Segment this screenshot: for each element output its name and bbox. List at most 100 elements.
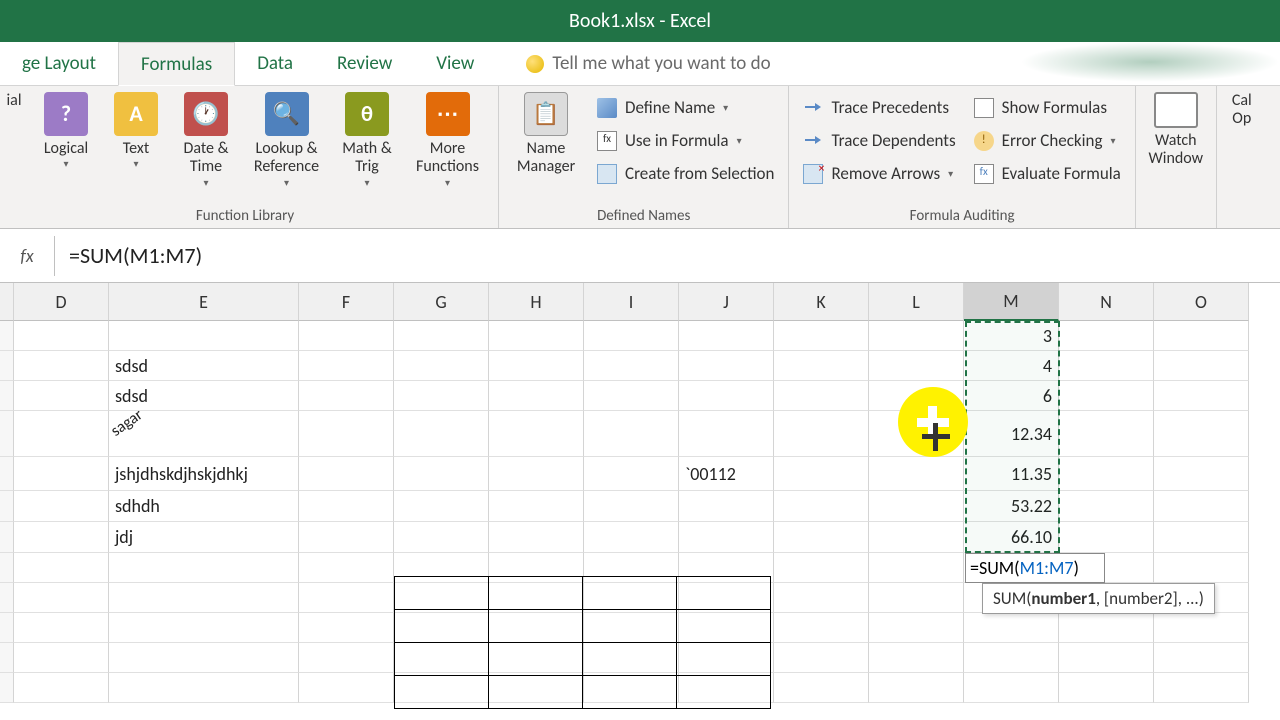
cursor-highlight [898,387,968,457]
error-checking-button[interactable]: ! Error Checking ▾ [968,127,1127,154]
warning-icon: ! [974,131,994,151]
cell-M5[interactable]: 11.35 [964,457,1059,491]
col-header-J[interactable]: J [679,283,774,321]
formula-bar[interactable]: =SUM(M1:M7) [55,236,1280,276]
arrow-right-icon [803,131,823,151]
app-title: Book1.xlsx - Excel [569,9,711,33]
tab-page-layout[interactable]: ge Layout [0,42,118,85]
clock-icon: 🕐 [184,92,228,136]
cell-M3[interactable]: 6 [964,381,1059,411]
cell-M4[interactable]: 12.34 [964,411,1059,457]
chevron-down-icon: ▾ [133,158,138,170]
cell-E6[interactable]: sdhdh [109,491,299,522]
watch-window-button[interactable]: Watch Window [1144,90,1208,169]
bordered-table[interactable] [394,576,771,709]
tab-formulas[interactable]: Formulas [118,42,235,86]
col-header-E[interactable]: E [109,283,299,321]
text-icon: A [114,92,158,136]
row: sagar 12.34 [0,411,1280,457]
chevron-down-icon: ▾ [737,134,742,147]
cell-M1[interactable]: 3 [964,321,1059,351]
remove-arrows-button[interactable]: Remove Arrows ▾ [797,160,961,187]
col-header-K[interactable]: K [774,283,869,321]
show-formulas-button[interactable]: Show Formulas [968,94,1127,121]
cell-M7[interactable]: 66.10 [964,522,1059,553]
cell-edit-M8[interactable]: =SUM(M1:M7) [965,553,1105,583]
tell-me-placeholder: Tell me what you want to do [552,52,770,75]
tab-data[interactable]: Data [235,42,315,85]
math-trig-button[interactable]: θ Math & Trig▾ [335,90,399,188]
logical-icon: ? [44,92,88,136]
cell-E2[interactable]: sdsd [109,351,299,381]
lookup-icon: 🔍 [265,92,309,136]
chevron-down-icon: ▾ [364,177,369,189]
column-header-row: D E F G H I J K L M N O [0,283,1280,321]
group-watch-window: Watch Window [1136,86,1217,228]
tab-view[interactable]: View [414,42,496,85]
col-header-M[interactable]: M [964,283,1059,321]
chevron-down-icon: ▾ [948,167,953,180]
row: sdsd 6 [0,381,1280,411]
group-function-library: ial ? Logical ▾ A Text ▾ 🕐 Date & Time▾ … [0,86,499,228]
group-label-defined-names: Defined Names [507,207,780,225]
col-header-F[interactable]: F [299,283,394,321]
cell-M2[interactable]: 4 [964,351,1059,381]
cell-E3[interactable]: sdsd [109,381,299,411]
selection-icon [597,164,617,184]
calculation-options-button[interactable]: Cal Op [1225,90,1259,129]
dots-icon: ⋯ [426,92,470,136]
group-formula-auditing: Trace Precedents Trace Dependents Remove… [789,86,1135,228]
tag-icon [597,98,617,118]
cell-M6[interactable]: 53.22 [964,491,1059,522]
use-in-formula-button[interactable]: fx Use in Formula ▾ [591,127,780,154]
logical-button[interactable]: ? Logical ▾ [34,90,98,170]
select-all-corner[interactable] [0,283,14,321]
cell-E7[interactable]: jdj [109,522,299,553]
col-header-G[interactable]: G [394,283,489,321]
evaluate-formula-button[interactable]: fx Evaluate Formula [968,160,1127,187]
col-header-H[interactable]: H [489,283,584,321]
row: jdj 66.10 [0,522,1280,553]
fx-button[interactable]: fx [0,236,55,276]
evaluate-icon: fx [974,164,994,184]
text-button[interactable]: A Text ▾ [104,90,168,170]
lookup-reference-button[interactable]: 🔍 Lookup & Reference▾ [244,90,329,188]
arrow-right-icon [803,98,823,118]
col-header-D[interactable]: D [14,283,109,321]
chevron-down-icon: ▾ [445,177,450,189]
row: sdhdh 53.22 [0,491,1280,522]
function-tooltip[interactable]: SUM(number1, [number2], ...) [982,583,1215,614]
more-functions-button[interactable]: ⋯ More Functions▾ [405,90,490,188]
col-header-I[interactable]: I [584,283,679,321]
title-bar: Book1.xlsx - Excel [0,0,1280,42]
cell-E5[interactable]: jshjdhskdjhskjdhkj [109,457,299,491]
bulb-icon [526,55,544,73]
cell-E4[interactable]: sagar [109,411,299,457]
group-label-function-library: Function Library [0,207,490,225]
row: sdsd 4 [0,351,1280,381]
row: jshjdhskdjhskjdhkj `00112 11.35 [0,457,1280,491]
trace-precedents-button[interactable]: Trace Precedents [797,94,961,121]
chevron-down-icon: ▾ [203,177,208,189]
cell-J5[interactable]: `00112 [679,457,774,491]
watch-window-icon [1154,92,1198,128]
group-calculation: Cal Op [1217,86,1267,228]
chevron-down-icon: ▾ [1110,134,1115,147]
define-name-button[interactable]: Define Name ▾ [591,94,780,121]
chevron-down-icon: ▾ [63,158,68,170]
group-label-formula-auditing: Formula Auditing [797,207,1126,225]
create-from-selection-button[interactable]: Create from Selection [591,160,780,187]
col-header-O[interactable]: O [1154,283,1249,321]
col-header-N[interactable]: N [1059,283,1154,321]
tell-me-search[interactable]: Tell me what you want to do [526,42,770,85]
show-formulas-icon [974,98,994,118]
btn-ial[interactable]: ial [0,90,28,110]
tab-review[interactable]: Review [315,42,414,85]
trace-dependents-button[interactable]: Trace Dependents [797,127,961,154]
date-time-button[interactable]: 🕐 Date & Time▾ [174,90,238,188]
name-manager-button[interactable]: 📋 Name Manager [507,90,585,177]
chevron-down-icon: ▾ [723,101,728,114]
ribbon-tabs: ge Layout Formulas Data Review View Tell… [0,42,1280,86]
remove-arrows-icon [803,164,823,184]
col-header-L[interactable]: L [869,283,964,321]
